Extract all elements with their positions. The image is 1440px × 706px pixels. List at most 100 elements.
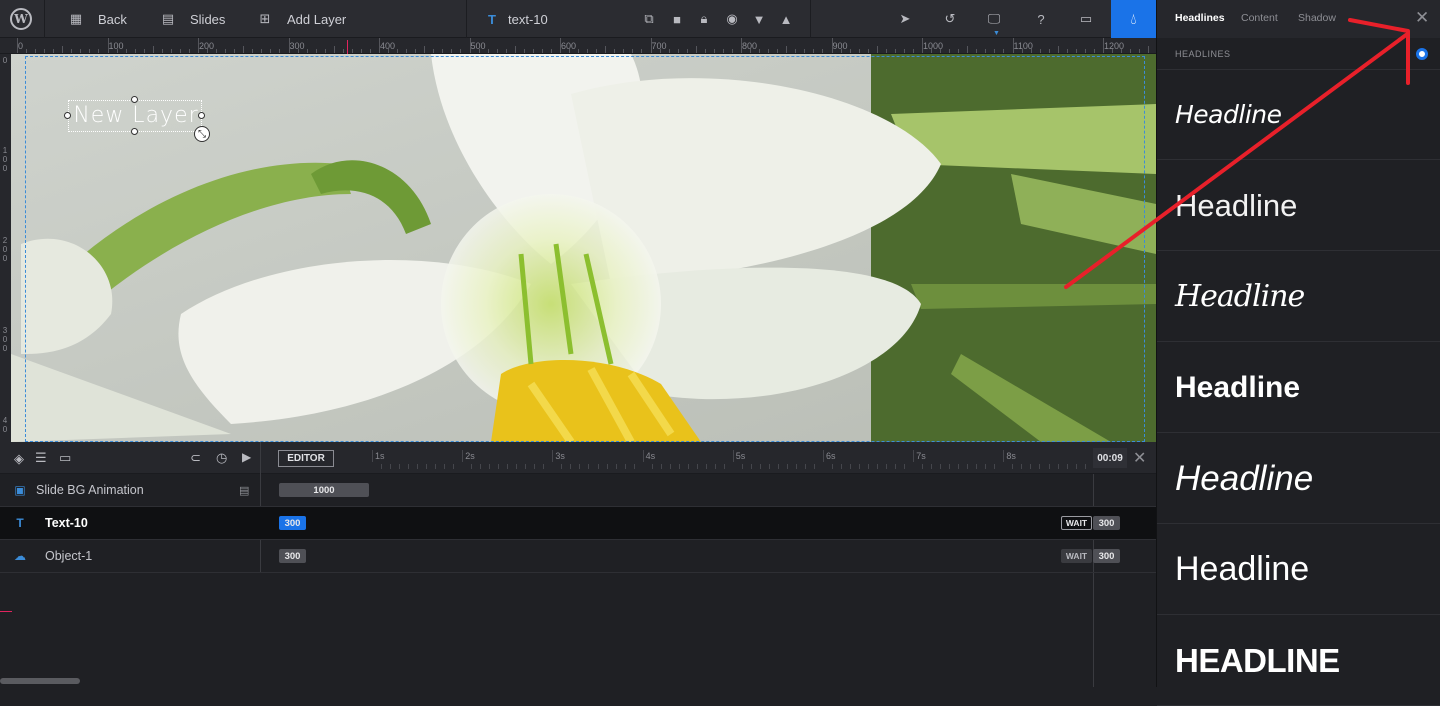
editor-button[interactable]: EDITOR	[278, 450, 334, 467]
preset-text: Headline	[1175, 100, 1282, 129]
image-icon: ▣	[14, 483, 26, 497]
timeline-row-slide-bg[interactable]: ▣ Slide BG Animation ▤ 1000	[0, 474, 1156, 507]
ruler-tick	[261, 49, 263, 53]
delete-button[interactable]: ■	[669, 0, 685, 38]
resize-handle-right[interactable]	[198, 112, 205, 119]
ruler-tick	[1012, 38, 1014, 53]
timeline-tick	[1030, 464, 1032, 469]
tab-content[interactable]: Content	[1241, 12, 1278, 24]
ruler-tick	[279, 49, 281, 53]
timeline-tick	[678, 464, 680, 469]
add-layer-button[interactable]: ⊞ Add Layer	[257, 0, 347, 38]
timeline-row-object-1[interactable]: ☁ Object-1 300 WAIT 300	[0, 540, 1156, 573]
close-panel-icon[interactable]: ✕	[1415, 8, 1429, 28]
ruler-tick	[469, 38, 471, 53]
ruler-tick	[958, 49, 960, 53]
scale-handle-icon[interactable]: ⤡	[194, 126, 210, 142]
back-button[interactable]: ▦ Back	[68, 0, 127, 38]
timeline-tick	[606, 464, 608, 469]
timeline-header: ◈ ☰ ▭ ⊂ ◷ ▶ EDITOR 1s 2s 3s 4s 5s 6s 7s 8s 00:0…	[0, 442, 1156, 474]
ruler-tick	[849, 49, 851, 53]
ruler-tick	[1039, 49, 1041, 53]
start-animation-bar[interactable]: 300	[279, 516, 306, 530]
duplicate-button[interactable]: ⧉	[641, 0, 657, 38]
headline-preset-6[interactable]: Headline	[1157, 525, 1440, 615]
timeline-tick	[417, 464, 419, 469]
bg-image-icon[interactable]: ▤	[239, 484, 249, 497]
slides-button[interactable]: ▤ Slides	[160, 0, 226, 38]
style-panel: Headlines Content Shadow ✕ HEADLINES Hea…	[1156, 0, 1440, 706]
timeline-tick	[489, 464, 491, 469]
resize-handle-bottom[interactable]	[131, 128, 138, 135]
ruler-tick	[722, 49, 724, 53]
ruler-tick	[53, 49, 55, 53]
timeline-tick	[507, 464, 509, 469]
timeline-tick	[498, 464, 500, 469]
timeline-row-text-10[interactable]: T Text-10 300 WAIT 300	[0, 507, 1156, 540]
ruler-tick	[125, 49, 127, 53]
headline-preset-2[interactable]: Headline	[1157, 161, 1440, 251]
close-timeline-icon[interactable]: ✕	[1133, 448, 1146, 468]
bg-animation-bar[interactable]: 1000	[279, 483, 369, 497]
preset-text: HEADLINE	[1175, 641, 1340, 679]
ruler-tick	[80, 49, 82, 53]
end-animation-bar[interactable]: 300	[1093, 549, 1120, 563]
comments-button[interactable]: ▭	[1078, 0, 1094, 38]
layer-name-field[interactable]: T text-10	[484, 0, 548, 38]
start-animation-bar[interactable]: 300	[279, 549, 306, 563]
wait-badge[interactable]: WAIT	[1061, 516, 1092, 530]
ruler-tick	[442, 49, 444, 53]
layer-name: text-10	[508, 11, 548, 27]
visibility-button[interactable]: ◉	[724, 0, 740, 38]
top-toolbar: W ▦ Back ▤ Slides ⊞ Add Layer T text-10 …	[0, 0, 1156, 38]
lock-button[interactable]: 🔒︎	[696, 0, 712, 38]
tab-shadow[interactable]: Shadow	[1298, 12, 1336, 24]
list-icon[interactable]: ☰	[35, 450, 47, 466]
ruler-tick	[541, 49, 543, 53]
style-panel-button[interactable]: 💧︎	[1111, 0, 1156, 38]
timeline-tick	[561, 464, 563, 469]
tab-headlines[interactable]: Headlines	[1175, 12, 1225, 24]
timeline-tick	[669, 464, 671, 469]
ruler-tick	[731, 49, 733, 53]
ruler-tick	[1066, 49, 1068, 53]
magnet-icon[interactable]: ⊂	[190, 450, 201, 466]
ruler-tick	[1057, 46, 1059, 53]
play-icon[interactable]: ▶	[242, 450, 251, 464]
ruler-tick	[750, 49, 752, 53]
ruler-tick	[1048, 49, 1050, 53]
headline-preset-7[interactable]: HEADLINE	[1157, 616, 1440, 706]
resize-handle-left[interactable]	[64, 112, 71, 119]
desktop-icon: 🖵︎	[987, 11, 1001, 26]
headline-preset-3[interactable]: Headline	[1157, 252, 1440, 342]
timeline-tick	[480, 464, 482, 469]
timeline-tick	[696, 464, 698, 469]
timeline-end-time[interactable]: 00:09	[1093, 448, 1127, 468]
folder-icon[interactable]: ▭	[59, 450, 71, 466]
select-tool-button[interactable]: ➤	[897, 0, 913, 38]
move-down-button[interactable]: ▼	[751, 0, 767, 38]
resize-handle-top[interactable]	[131, 96, 138, 103]
wordpress-logo-icon[interactable]: W	[10, 8, 32, 30]
toggle-dot-icon[interactable]	[1416, 48, 1428, 60]
slide-canvas[interactable]: New Layer ⤡	[11, 54, 1156, 442]
end-animation-bar[interactable]: 300	[1093, 516, 1120, 530]
headline-preset-5[interactable]: Headline	[1157, 434, 1440, 524]
undo-button[interactable]: ↺	[942, 0, 958, 38]
headline-preset-1[interactable]: Headline	[1157, 70, 1440, 160]
layers-icon[interactable]: ◈	[14, 451, 24, 467]
ruler-tick	[894, 49, 896, 53]
timer-icon[interactable]: ◷	[216, 450, 227, 466]
ruler-tick	[1030, 49, 1032, 53]
timeline-tick	[705, 464, 707, 469]
cursor-icon: ➤	[899, 11, 911, 26]
ruler-tick	[1121, 49, 1123, 53]
help-button[interactable]: ?	[1033, 0, 1049, 38]
ruler-tick	[759, 49, 761, 53]
headline-preset-4[interactable]: Headline	[1157, 343, 1440, 433]
timeline-tick	[453, 464, 455, 469]
horizontal-scrollbar[interactable]	[0, 678, 80, 684]
move-up-button[interactable]: ▲	[778, 0, 794, 38]
timeline-tick	[850, 464, 852, 469]
wait-badge[interactable]: WAIT	[1061, 549, 1092, 563]
